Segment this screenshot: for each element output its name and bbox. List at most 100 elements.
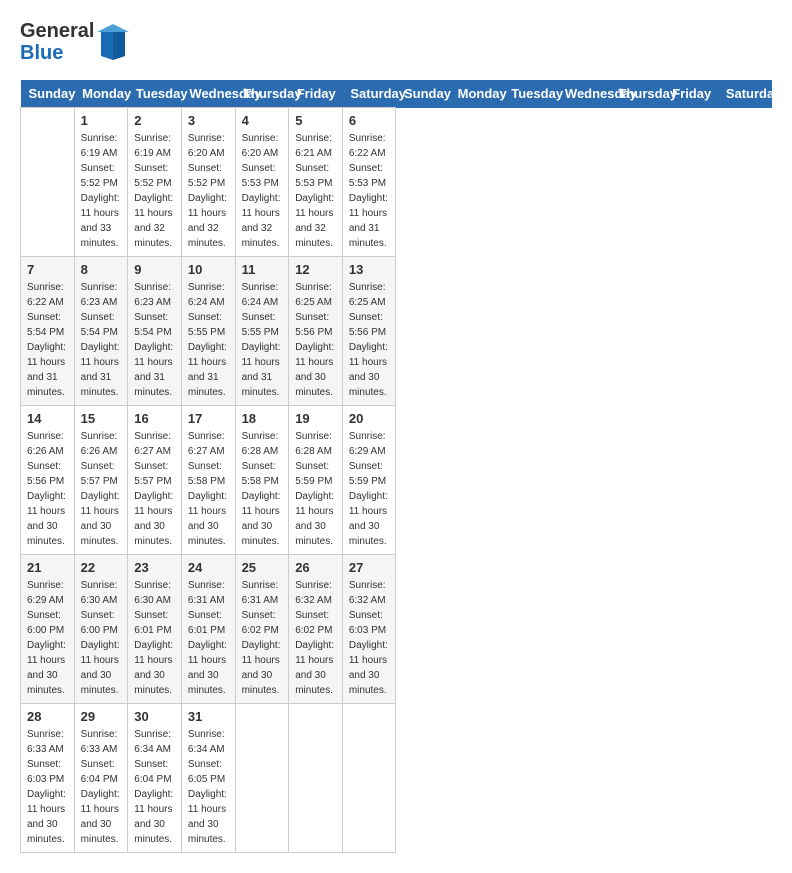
calendar-cell: 19 Sunrise: 6:28 AM Sunset: 5:59 PM Dayli… <box>289 406 343 555</box>
day-info: Sunrise: 6:19 AM Sunset: 5:52 PM Dayligh… <box>134 131 175 251</box>
day-info: Sunrise: 6:27 AM Sunset: 5:57 PM Dayligh… <box>134 429 175 549</box>
logo-general: General <box>20 20 94 42</box>
weekday-header-wednesday: Wednesday <box>557 80 611 108</box>
weekday-header-saturday: Saturday <box>342 80 396 108</box>
calendar-cell: 9Sunrise: 6:23 AM Sunset: 5:54 PM Daylig… <box>128 257 182 406</box>
day-number: 7 <box>27 262 68 277</box>
day-number: 25 <box>242 560 283 575</box>
day-info: Sunrise: 6:31 AM Sunset: 6:01 PM Dayligh… <box>188 578 229 698</box>
day-number: 12 <box>295 262 336 277</box>
weekday-header-sunday: Sunday <box>396 80 450 108</box>
day-number: 30 <box>134 709 175 724</box>
calendar-cell: 25 Sunrise: 6:31 AM Sunset: 6:02 PM Dayli… <box>235 555 289 704</box>
calendar-cell: 7 Sunrise: 6:22 AM Sunset: 5:54 PM Daylig… <box>21 257 75 406</box>
calendar-table: SundayMondayTuesdayWednesdayThursdayFrid… <box>20 80 772 853</box>
day-info: Sunrise: 6:29 AM Sunset: 5:59 PM Dayligh… <box>349 429 390 549</box>
day-number: 6 <box>349 113 390 128</box>
day-number: 24 <box>188 560 229 575</box>
calendar-week-row: 7 Sunrise: 6:22 AM Sunset: 5:54 PM Daylig… <box>21 257 772 406</box>
calendar-cell: 3Sunrise: 6:20 AM Sunset: 5:52 PM Daylig… <box>181 108 235 257</box>
calendar-cell: 18Sunrise: 6:28 AM Sunset: 5:58 PM Dayli… <box>235 406 289 555</box>
page-header: General Blue <box>20 20 772 64</box>
day-number: 11 <box>242 262 283 277</box>
day-number: 31 <box>188 709 229 724</box>
calendar-cell <box>235 704 289 853</box>
calendar-cell: 31 Sunrise: 6:34 AM Sunset: 6:05 PM Dayli… <box>181 704 235 853</box>
weekday-header-saturday: Saturday <box>718 80 772 108</box>
weekday-header-sunday: Sunday <box>21 80 75 108</box>
calendar-cell: 17 Sunrise: 6:27 AM Sunset: 5:58 PM Dayli… <box>181 406 235 555</box>
weekday-header-wednesday: Wednesday <box>181 80 235 108</box>
logo-blue: Blue <box>20 42 94 64</box>
day-info: Sunrise: 6:30 AM Sunset: 6:01 PM Dayligh… <box>134 578 175 698</box>
weekday-header-friday: Friday <box>664 80 718 108</box>
day-number: 4 <box>242 113 283 128</box>
day-info: Sunrise: 6:25 AM Sunset: 5:56 PM Dayligh… <box>349 280 390 400</box>
day-info: Sunrise: 6:21 AM Sunset: 5:53 PM Dayligh… <box>295 131 336 251</box>
calendar-cell: 14Sunrise: 6:26 AM Sunset: 5:56 PM Dayli… <box>21 406 75 555</box>
day-number: 13 <box>349 262 390 277</box>
calendar-cell: 12 Sunrise: 6:25 AM Sunset: 5:56 PM Dayli… <box>289 257 343 406</box>
weekday-header-monday: Monday <box>450 80 504 108</box>
calendar-cell: 30 Sunrise: 6:34 AM Sunset: 6:04 PM Dayli… <box>128 704 182 853</box>
calendar-cell: 23Sunrise: 6:30 AM Sunset: 6:01 PM Dayli… <box>128 555 182 704</box>
calendar-cell <box>21 108 75 257</box>
day-info: Sunrise: 6:33 AM Sunset: 6:04 PM Dayligh… <box>81 727 122 847</box>
day-number: 17 <box>188 411 229 426</box>
day-number: 10 <box>188 262 229 277</box>
calendar-cell: 4Sunrise: 6:20 AM Sunset: 5:53 PM Daylig… <box>235 108 289 257</box>
day-info: Sunrise: 6:24 AM Sunset: 5:55 PM Dayligh… <box>242 280 283 400</box>
day-info: Sunrise: 6:26 AM Sunset: 5:57 PM Dayligh… <box>81 429 122 549</box>
day-info: Sunrise: 6:23 AM Sunset: 5:54 PM Dayligh… <box>134 280 175 400</box>
calendar-cell: 29 Sunrise: 6:33 AM Sunset: 6:04 PM Dayli… <box>74 704 128 853</box>
calendar-cell: 2Sunrise: 6:19 AM Sunset: 5:52 PM Daylig… <box>128 108 182 257</box>
day-number: 27 <box>349 560 390 575</box>
day-number: 18 <box>242 411 283 426</box>
weekday-header-tuesday: Tuesday <box>503 80 557 108</box>
calendar-cell: 24 Sunrise: 6:31 AM Sunset: 6:01 PM Dayli… <box>181 555 235 704</box>
day-number: 3 <box>188 113 229 128</box>
calendar-cell <box>289 704 343 853</box>
weekday-header-monday: Monday <box>74 80 128 108</box>
calendar-cell: 11 Sunrise: 6:24 AM Sunset: 5:55 PM Dayli… <box>235 257 289 406</box>
day-info: Sunrise: 6:22 AM Sunset: 5:54 PM Dayligh… <box>27 280 68 400</box>
calendar-cell: 27 Sunrise: 6:32 AM Sunset: 6:03 PM Dayli… <box>342 555 396 704</box>
calendar-week-row: 28 Sunrise: 6:33 AM Sunset: 6:03 PM Dayli… <box>21 704 772 853</box>
calendar-week-row: 14Sunrise: 6:26 AM Sunset: 5:56 PM Dayli… <box>21 406 772 555</box>
day-number: 1 <box>81 113 122 128</box>
day-number: 19 <box>295 411 336 426</box>
calendar-cell: 8 Sunrise: 6:23 AM Sunset: 5:54 PM Daylig… <box>74 257 128 406</box>
day-number: 8 <box>81 262 122 277</box>
day-info: Sunrise: 6:32 AM Sunset: 6:03 PM Dayligh… <box>349 578 390 698</box>
day-info: Sunrise: 6:30 AM Sunset: 6:00 PM Dayligh… <box>81 578 122 698</box>
day-info: Sunrise: 6:27 AM Sunset: 5:58 PM Dayligh… <box>188 429 229 549</box>
day-info: Sunrise: 6:34 AM Sunset: 6:05 PM Dayligh… <box>188 727 229 847</box>
day-info: Sunrise: 6:31 AM Sunset: 6:02 PM Dayligh… <box>242 578 283 698</box>
day-info: Sunrise: 6:29 AM Sunset: 6:00 PM Dayligh… <box>27 578 68 698</box>
day-info: Sunrise: 6:33 AM Sunset: 6:03 PM Dayligh… <box>27 727 68 847</box>
calendar-week-row: 21 Sunrise: 6:29 AM Sunset: 6:00 PM Dayli… <box>21 555 772 704</box>
day-number: 28 <box>27 709 68 724</box>
logo-icon <box>97 24 129 60</box>
calendar-week-row: 1 Sunrise: 6:19 AM Sunset: 5:52 PM Daylig… <box>21 108 772 257</box>
day-number: 16 <box>134 411 175 426</box>
day-info: Sunrise: 6:28 AM Sunset: 5:59 PM Dayligh… <box>295 429 336 549</box>
day-info: Sunrise: 6:22 AM Sunset: 5:53 PM Dayligh… <box>349 131 390 251</box>
day-number: 20 <box>349 411 390 426</box>
day-number: 21 <box>27 560 68 575</box>
day-number: 29 <box>81 709 122 724</box>
calendar-cell: 28 Sunrise: 6:33 AM Sunset: 6:03 PM Dayli… <box>21 704 75 853</box>
calendar-cell: 21 Sunrise: 6:29 AM Sunset: 6:00 PM Dayli… <box>21 555 75 704</box>
day-info: Sunrise: 6:34 AM Sunset: 6:04 PM Dayligh… <box>134 727 175 847</box>
day-info: Sunrise: 6:23 AM Sunset: 5:54 PM Dayligh… <box>81 280 122 400</box>
weekday-header-friday: Friday <box>289 80 343 108</box>
weekday-header-tuesday: Tuesday <box>128 80 182 108</box>
calendar-cell <box>342 704 396 853</box>
day-info: Sunrise: 6:32 AM Sunset: 6:02 PM Dayligh… <box>295 578 336 698</box>
day-number: 26 <box>295 560 336 575</box>
day-number: 15 <box>81 411 122 426</box>
day-info: Sunrise: 6:25 AM Sunset: 5:56 PM Dayligh… <box>295 280 336 400</box>
calendar-cell: 26 Sunrise: 6:32 AM Sunset: 6:02 PM Dayli… <box>289 555 343 704</box>
calendar-cell: 15 Sunrise: 6:26 AM Sunset: 5:57 PM Dayli… <box>74 406 128 555</box>
weekday-header-thursday: Thursday <box>611 80 665 108</box>
